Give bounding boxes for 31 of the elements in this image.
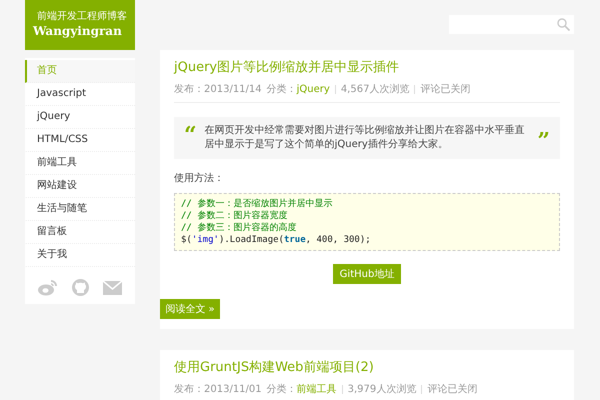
nav-item[interactable]: 网站建设 <box>25 175 135 198</box>
quote-text: 在网页开发中经常需要对图片进行等比例缩放并让图片在容器中水平垂直居中显示于是写了这个简单的jQuery插件分享给大家。 <box>204 124 526 152</box>
logo-tagline: 前端开发工程师博客 <box>37 10 127 22</box>
meta-comments: 评论已关闭 <box>420 82 470 96</box>
meta-views: 4,567人次浏览 <box>340 82 410 96</box>
mail-icon[interactable] <box>103 280 122 294</box>
nav-item[interactable]: 留言板 <box>25 221 135 244</box>
code-line: // 参数二：图片容器宽度 <box>181 210 288 222</box>
code-line: // 参数一：是否缩放图片并居中显示 <box>181 198 334 210</box>
weibo-icon[interactable] <box>38 279 58 296</box>
quote-mark: “ <box>184 124 197 146</box>
nav-item[interactable]: 前端工具 <box>25 152 135 175</box>
nav-item[interactable]: 生活与随笔 <box>25 198 135 221</box>
github-icon[interactable] <box>72 279 89 296</box>
search-field[interactable] <box>449 15 574 34</box>
nav-item[interactable]: Javascript <box>25 83 135 106</box>
code-line: $('img').LoadImage(true, 400, 300); <box>181 234 372 246</box>
meta-views: 3,979人次浏览 <box>348 382 416 396</box>
code-line: // 参数三：图片容器的高度 <box>181 222 298 234</box>
nav-item[interactable]: jQuery <box>25 106 135 129</box>
nav-item[interactable]: 关于我 <box>25 244 135 267</box>
search-icon[interactable] <box>557 18 570 31</box>
meta-category: 分类：前端工具 <box>266 382 337 396</box>
meta-date: 发布：2013/11/14 <box>174 83 262 96</box>
meta-comments: 评论已关闭 <box>427 382 478 396</box>
nav-item[interactable]: HTML/CSS <box>25 129 135 152</box>
meta-category: 分类：jQuery <box>266 82 330 96</box>
logo-name: Wangyingran <box>33 22 123 40</box>
quote-mark: ” <box>537 130 550 152</box>
usage-heading: 使用方法： <box>174 172 225 185</box>
meta-date: 发布：2013/11/01 <box>174 383 262 396</box>
